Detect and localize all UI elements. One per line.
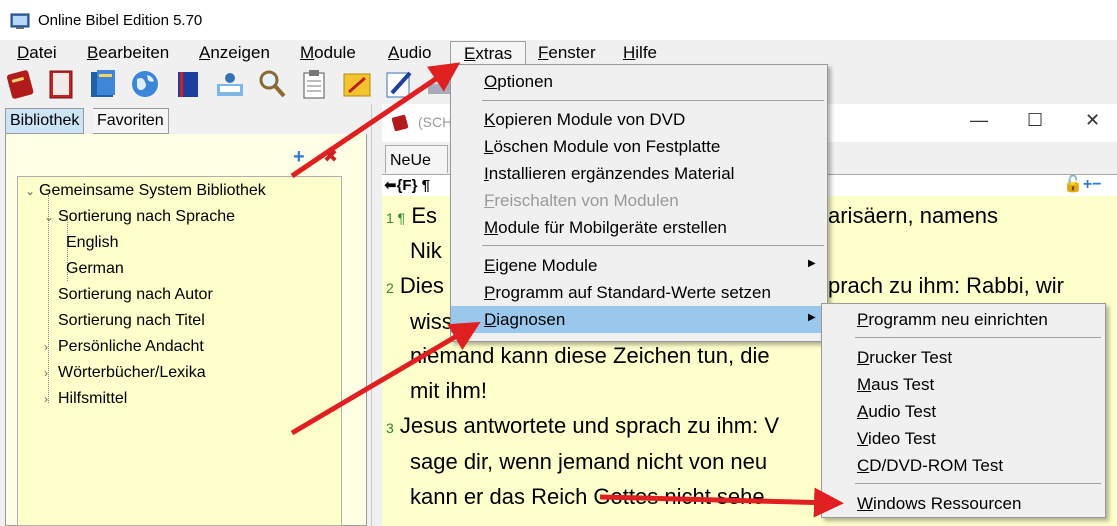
menu-bearbeiten[interactable]: Bearbeiten (87, 43, 169, 63)
bible-icon (390, 114, 410, 132)
tree-item-label: English (66, 234, 119, 251)
notebook-icon[interactable] (172, 68, 204, 100)
tree-item[interactable]: › Persönliche Andacht (44, 338, 204, 356)
tree-item[interactable]: German (66, 260, 124, 278)
menu-datei[interactable]: Datei (17, 43, 57, 63)
delete-icon[interactable]: ✖ (323, 146, 338, 167)
chevron-right-icon[interactable]: › (44, 392, 58, 406)
reader-icon[interactable] (214, 68, 246, 100)
menu-item-windows-ressourcen[interactable]: Windows Ressourcen (857, 494, 1021, 514)
menu-item-loeschen[interactable]: Löschen Module von Festplatte (484, 137, 720, 157)
verse-text: Dies (399, 273, 444, 298)
chevron-right-icon: ▶ (808, 258, 816, 269)
menu-item-standard[interactable]: Programm auf Standard-Werte setzen (484, 283, 771, 303)
globe-icon[interactable] (129, 68, 161, 100)
book-red-icon[interactable] (45, 68, 77, 100)
menu-hilfe[interactable]: Hilfe (623, 43, 657, 63)
chevron-down-icon[interactable]: ⌄ (44, 210, 58, 224)
menu-item-mobil[interactable]: Module für Mobilgeräte erstellen (484, 218, 727, 238)
search-icon[interactable] (256, 68, 288, 100)
tree-item[interactable]: ⌄ Gemeinsame System Bibliothek (25, 182, 266, 200)
menu-item-diagnosen[interactable]: Diagnosen (484, 310, 565, 330)
maximize-icon[interactable]: ☐ (1027, 110, 1043, 131)
verse-line: kann er das Reich Gottes nicht sehe (410, 484, 765, 509)
lock-add-remove-icons[interactable]: 🔓+− (1063, 174, 1102, 194)
verse-line-tail: prach zu ihm: Rabbi, wir (828, 273, 1064, 298)
menu-item-kopieren[interactable]: Kopieren Module von DVD (484, 110, 685, 130)
tree-item[interactable]: ⌄ Sortierung nach Sprache (44, 208, 235, 226)
tree-item[interactable]: › Wörterbücher/Lexika (44, 364, 206, 382)
menu-item-audio-test[interactable]: Audio Test (857, 402, 936, 422)
app-icon (10, 12, 30, 30)
verse-text: Jesus antwortete und sprach zu ihm: V (399, 413, 780, 438)
chevron-right-icon: ▶ (808, 312, 816, 323)
menu-item-freischalten: Freischalten von Modulen (484, 191, 679, 210)
verse-line: 3 Jesus antwortete und sprach zu ihm: V (386, 413, 779, 439)
menu-item-optionen[interactable]: Optionen (484, 72, 553, 92)
menu-item-installieren[interactable]: Installieren ergänzendes Material (484, 164, 734, 184)
menu-fenster[interactable]: Fenster (538, 43, 596, 63)
verse-text: Es (411, 203, 438, 228)
tree-item-label: Hilfsmittel (58, 390, 128, 407)
tree-item-label: Sortierung nach Sprache (58, 208, 235, 225)
tree-item-label: Sortierung nach Autor (58, 286, 213, 303)
minimize-icon[interactable]: — (970, 110, 988, 131)
pen-icon[interactable] (383, 68, 415, 100)
menubar: Datei Bearbeiten Anzeigen Module Audio E… (0, 40, 1117, 67)
chevron-right-icon[interactable]: › (44, 366, 58, 380)
verse-line: 1 ¶ Es (386, 203, 437, 229)
menu-module[interactable]: Module (300, 43, 356, 63)
tree-item-label: German (66, 260, 124, 277)
tree-item-label: Gemeinsame System Bibliothek (39, 182, 266, 199)
tab-module[interactable]: NeUe (385, 145, 448, 173)
bible-icon[interactable] (4, 68, 36, 100)
menu-anzeigen[interactable]: Anzeigen (199, 43, 270, 63)
menu-item-drucker-test[interactable]: Drucker Test (857, 348, 952, 368)
menu-item-neu-einrichten[interactable]: Programm neu einrichten (857, 310, 1048, 330)
menu-item-eigene-module[interactable]: Eigene Module (484, 256, 597, 276)
tree-item[interactable]: Sortierung nach Titel (44, 312, 205, 330)
tree-item[interactable]: › Hilfsmittel (44, 390, 127, 408)
menu-separator (855, 483, 1101, 484)
clipboard-icon[interactable] (298, 68, 330, 100)
menu-item-maus-test[interactable]: Maus Test (857, 375, 934, 395)
tree-item-label: Wörterbücher/Lexika (58, 364, 206, 381)
verse-line-tail: arisäern, namens (828, 203, 998, 228)
add-icon[interactable]: + (293, 146, 305, 169)
edit-icon[interactable] (341, 68, 373, 100)
menu-separator (855, 337, 1101, 338)
tree-item[interactable]: Sortierung nach Autor (44, 286, 213, 304)
document-title: (SCH (418, 114, 453, 130)
menu-audio[interactable]: Audio (388, 43, 431, 63)
verse-number: 2 (386, 280, 394, 296)
tree-item-label: Sortierung nach Titel (58, 312, 205, 329)
tab-favoriten[interactable]: Favoriten (93, 108, 169, 134)
menu-item-cd-dvd-test[interactable]: CD/DVD-ROM Test (857, 456, 1003, 476)
close-icon[interactable]: ✕ (1085, 110, 1100, 131)
tree-item-label: Persönliche Andacht (58, 338, 204, 355)
verse-line: Nik (410, 238, 442, 263)
tree-item[interactable]: English (66, 234, 118, 252)
book-blue-icon[interactable] (87, 68, 119, 100)
verse-line: 2 Dies (386, 273, 444, 299)
menu-separator (482, 100, 824, 101)
window-title: Online Bibel Edition 5.70 (38, 12, 203, 29)
verse-line: niemand kann diese Zeichen tun, die (410, 343, 770, 368)
tab-bibliothek[interactable]: Bibliothek (5, 108, 85, 134)
chevron-right-icon[interactable]: › (44, 340, 58, 354)
menu-item-video-test[interactable]: Video Test (857, 429, 936, 449)
navigation-bar[interactable]: ⬅{F} ¶ (384, 176, 430, 194)
verse-line: wiss (410, 309, 453, 334)
chevron-down-icon[interactable]: ⌄ (25, 184, 39, 198)
verse-line: sage dir, wenn jemand nicht von neu (410, 449, 768, 474)
verse-number: 1 ¶ (386, 210, 406, 226)
verse-line: mit ihm! (410, 378, 487, 403)
verse-number: 3 (386, 420, 394, 436)
menu-separator (482, 245, 824, 246)
